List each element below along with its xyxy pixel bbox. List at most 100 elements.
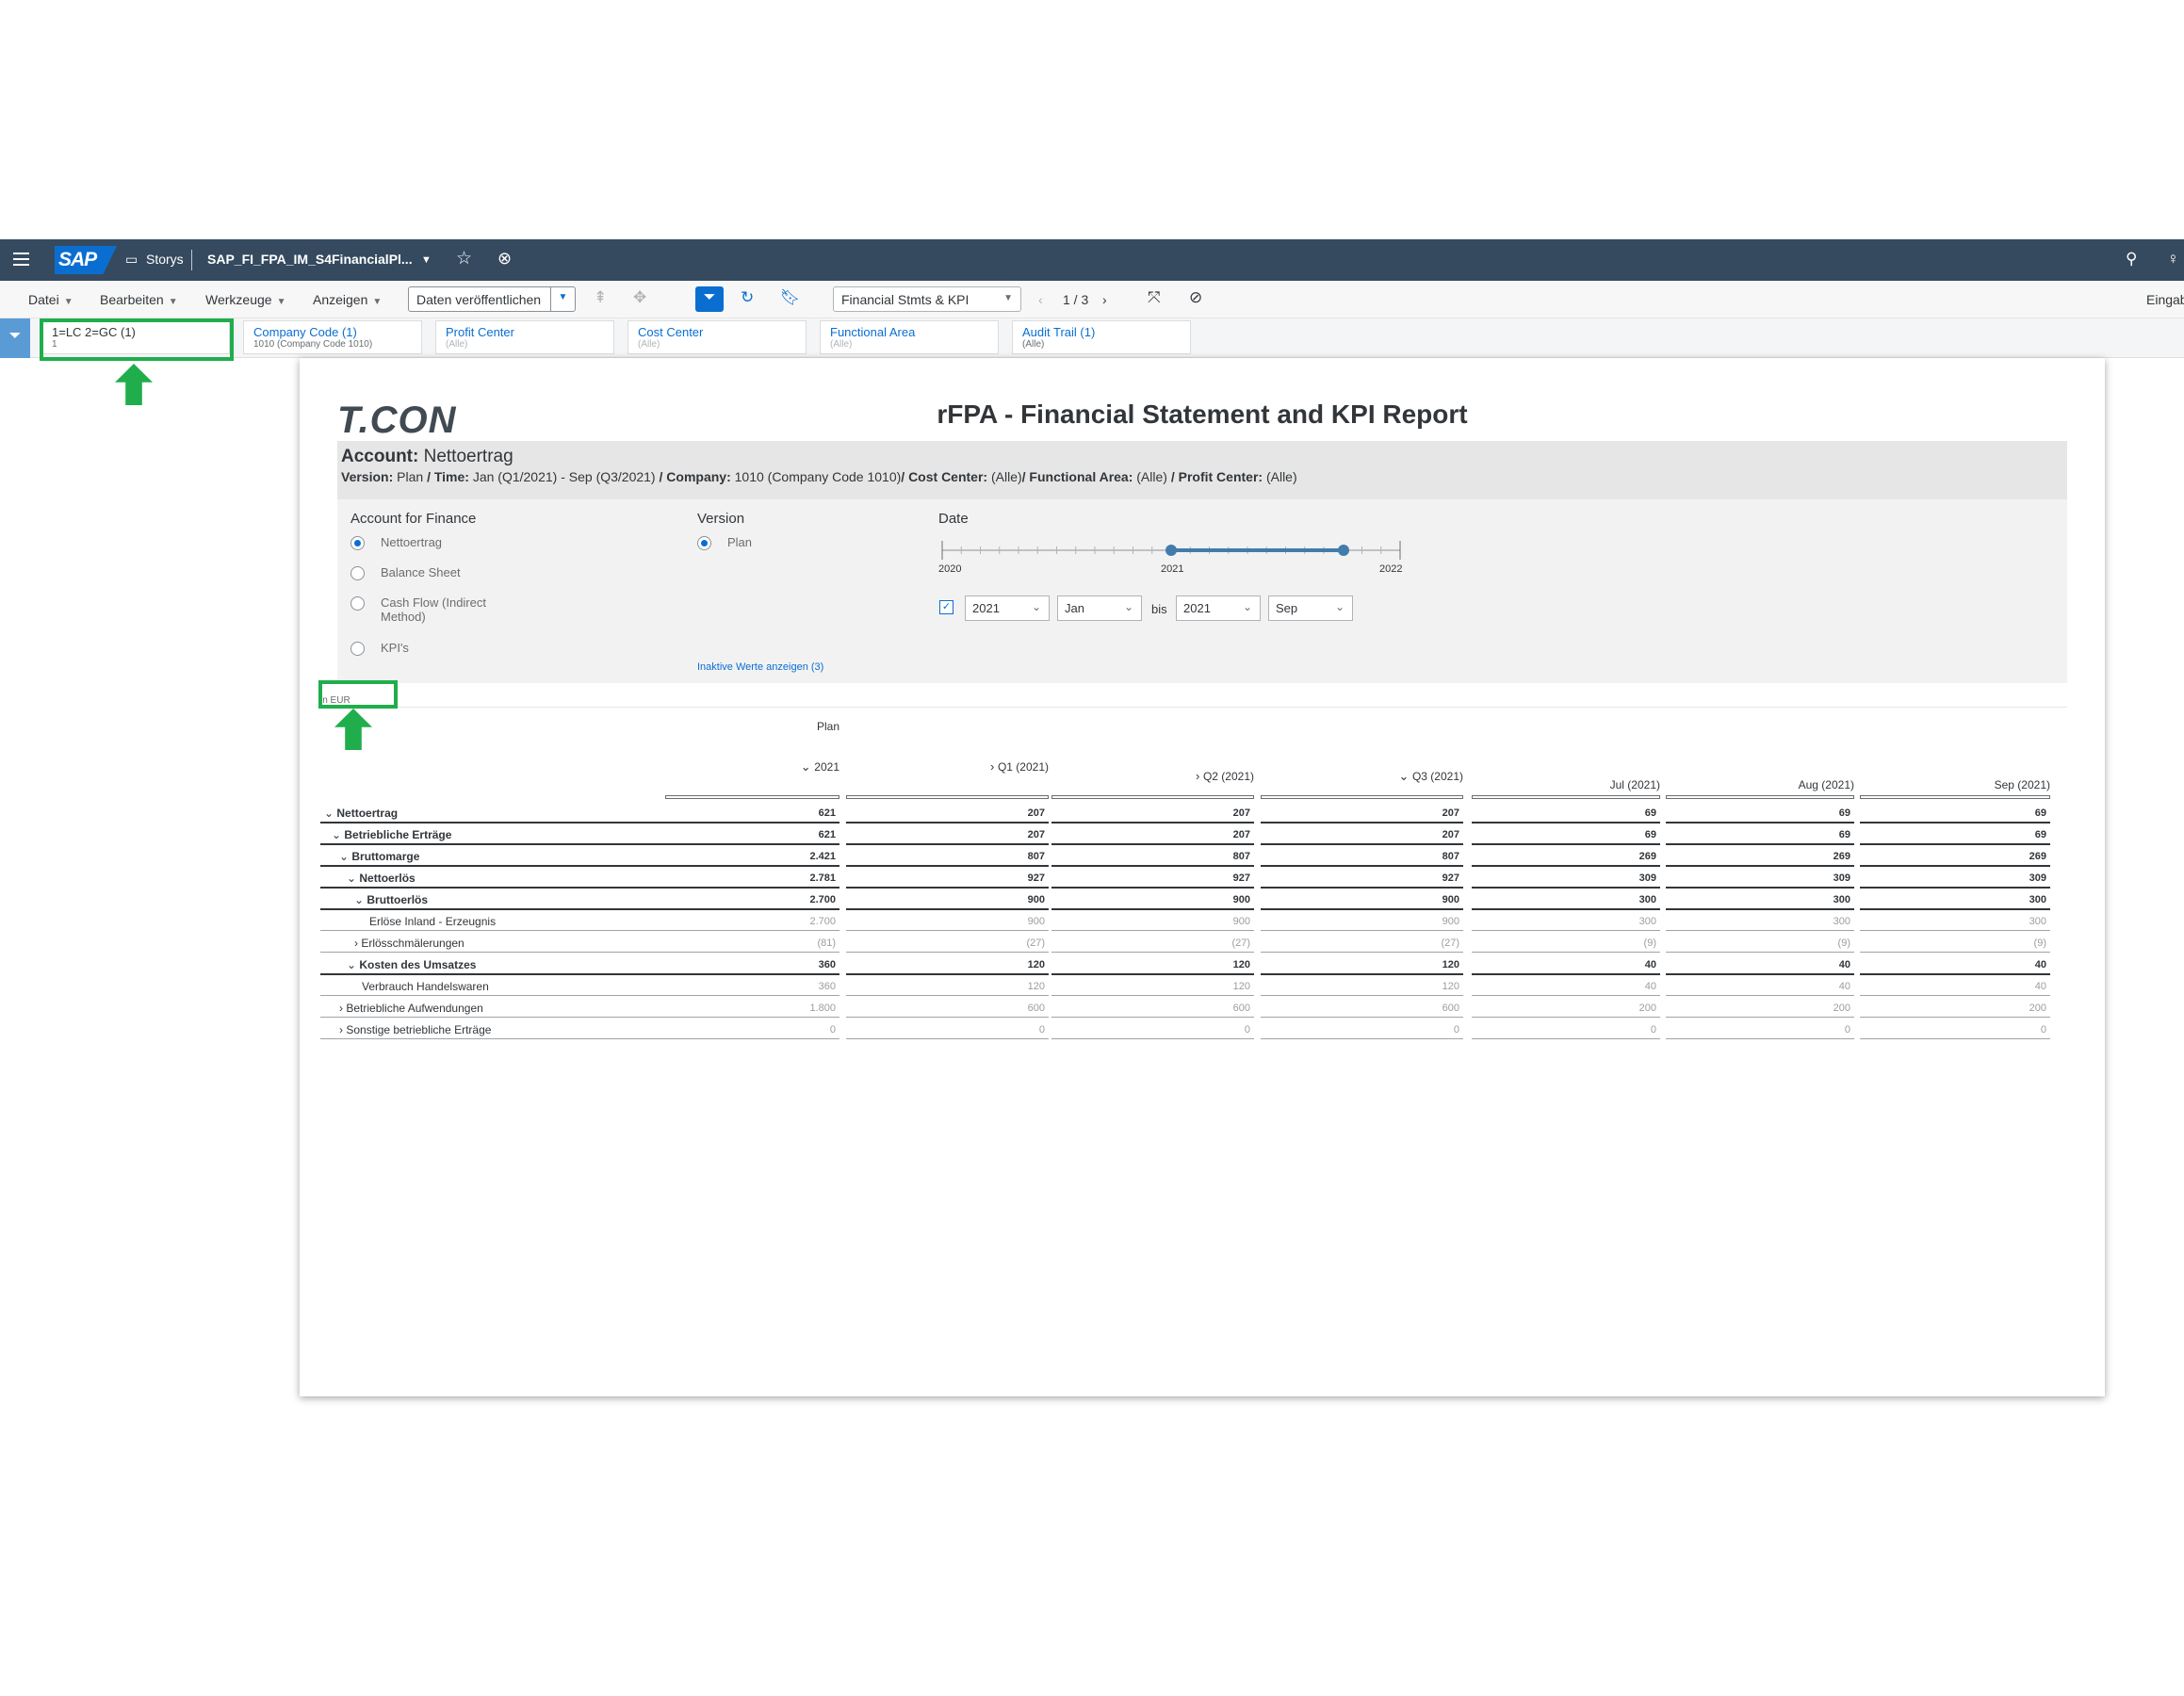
menu-anzeigen[interactable]: Anzeigen ▼ — [313, 292, 382, 307]
fullscreen-icon[interactable]: ⤧ — [1148, 288, 1161, 307]
date-control-header: Date — [938, 511, 969, 527]
undo-icon[interactable]: ⇞ — [594, 288, 607, 307]
cell-underline — [1472, 843, 1660, 845]
row-label[interactable]: › Erlösschmälerungen — [354, 937, 465, 950]
inactive-values-link[interactable]: Inaktive Werte anzeigen (3) — [697, 661, 823, 673]
row-label-text: Betriebliche Aufwendungen — [346, 1002, 483, 1015]
stories-link[interactable]: Storys — [146, 252, 184, 267]
prev-page-icon[interactable]: ‹ — [1038, 292, 1043, 307]
cell-underline — [1472, 995, 1660, 996]
refresh-icon[interactable]: ↻ — [741, 288, 754, 307]
story-title[interactable]: SAP_FI_FPA_IM_S4FinancialPl... — [207, 252, 413, 267]
row-label[interactable]: ⌄ Bruttomarge — [339, 850, 419, 863]
from-year-select[interactable]: 2021 ⌄ — [965, 595, 1050, 621]
highlight-box — [318, 680, 398, 709]
column-header-label: Q1 (2021) — [997, 760, 1049, 774]
next-page-icon[interactable]: › — [1102, 292, 1107, 307]
menu-bearbeiten[interactable]: Bearbeiten ▼ — [100, 292, 178, 307]
to-month-select[interactable]: Sep ⌄ — [1268, 595, 1353, 621]
star-icon[interactable]: ☆ — [456, 248, 472, 269]
from-month-select[interactable]: Jan ⌄ — [1057, 595, 1142, 621]
radio-button[interactable] — [350, 536, 365, 550]
chevron-down-icon[interactable]: ▼ — [421, 254, 432, 266]
radio-button[interactable] — [350, 566, 365, 580]
cell-underline — [1051, 995, 1254, 996]
menu-werkzeuge[interactable]: Werkzeuge ▼ — [205, 292, 285, 307]
row-label[interactable]: › Sonstige betriebliche Erträge — [339, 1023, 491, 1036]
row-label-text: Erlöse Inland - Erzeugnis — [369, 915, 497, 928]
account-value: Nettoertrag — [423, 447, 513, 466]
filter-add-icon[interactable]: ⏷ — [0, 318, 30, 358]
row-label[interactable]: ⌄ Nettoertrag — [324, 807, 398, 820]
row-label[interactable]: › Betriebliche Aufwendungen — [339, 1002, 483, 1015]
filter-chip-profit-center[interactable]: Profit Center (Alle) — [435, 320, 614, 354]
cell-underline — [665, 995, 839, 996]
lightbulb-icon[interactable]: ♀ — [2167, 250, 2179, 269]
chevron-right-icon[interactable]: › — [1196, 769, 1203, 783]
row-label[interactable]: ⌄ Kosten des Umsatzes — [347, 958, 476, 971]
cell-underline — [1051, 1017, 1254, 1018]
cell-underline — [1666, 865, 1854, 867]
filter-chip-audit-trail[interactable]: Audit Trail (1) (Alle) — [1012, 320, 1191, 354]
radio-button[interactable] — [350, 596, 365, 611]
row-label[interactable]: ⌄ Nettoerlös — [347, 872, 416, 885]
column-header[interactable]: › Q2 (2021) — [1051, 769, 1254, 783]
radio-button[interactable] — [697, 536, 711, 550]
table-cell: 300 — [1833, 894, 1850, 905]
explore-icon[interactable]: ⊘ — [1189, 288, 1202, 307]
chevron-down-icon[interactable]: ⌄ — [801, 759, 815, 774]
cell-underline — [846, 1038, 1049, 1039]
chevron-down-icon[interactable]: ▼ — [550, 287, 575, 311]
filter-value: (Alle) — [638, 339, 660, 350]
column-header[interactable]: ⌄ Q3 (2021) — [1261, 769, 1463, 784]
row-label[interactable]: ⌄ Betriebliche Erträge — [332, 828, 451, 841]
sap-logo[interactable]: SAP — [55, 246, 117, 274]
table-cell: 600 — [1232, 1003, 1250, 1014]
table-cell: 69 — [2034, 829, 2046, 840]
publish-data-button[interactable]: Daten veröffentlichen ▼ — [408, 286, 576, 312]
radio-label: Plan — [727, 535, 753, 549]
date-range-checkbox[interactable]: ✓ — [939, 600, 953, 614]
cell-underline — [1261, 1038, 1463, 1039]
cell-underline — [665, 887, 839, 889]
close-circle-icon[interactable]: ⊗ — [497, 249, 512, 269]
column-header[interactable]: ⌄ 2021 — [665, 759, 839, 775]
to-year-select[interactable]: 2021 ⌄ — [1176, 595, 1261, 621]
bookmark-icon[interactable]: 🔖︎ — [780, 288, 801, 307]
chevron-down-icon[interactable]: ⌄ — [324, 807, 336, 820]
search-icon[interactable]: ⚲ — [2126, 250, 2137, 269]
table-cell: 0 — [2040, 1024, 2046, 1036]
row-label[interactable]: ⌄ Bruttoerlös — [354, 893, 428, 906]
move-icon[interactable]: ✥ — [633, 288, 646, 307]
page-select[interactable]: Financial Stmts & KPI ▼ — [833, 286, 1021, 312]
chevron-down-icon[interactable]: ⌄ — [339, 850, 351, 863]
cell-underline — [1261, 952, 1463, 953]
input-mode-label[interactable]: Eingab — [2146, 292, 2184, 307]
cell-underline — [846, 822, 1049, 824]
cell-underline — [1472, 822, 1660, 824]
menu-icon[interactable] — [13, 253, 29, 266]
cell-underline — [1666, 1017, 1854, 1018]
chevron-down-icon[interactable]: ⌄ — [347, 958, 359, 971]
filter-icon[interactable]: ⏷ — [695, 286, 724, 312]
menu-datei[interactable]: Datei ▼ — [28, 292, 73, 307]
filter-chip-company-code[interactable]: Company Code (1) 1010 (Company Code 1010… — [243, 320, 422, 354]
chevron-down-icon[interactable]: ⌄ — [332, 828, 344, 841]
table-cell: 69 — [2034, 807, 2046, 819]
cell-underline — [1261, 995, 1463, 996]
account-header: Account: Nettoertrag Version: Plan / Tim… — [337, 441, 2067, 499]
filter-chip-cost-center[interactable]: Cost Center (Alle) — [627, 320, 807, 354]
cell-underline — [665, 1017, 839, 1018]
context-value: Jan (Q1/2021) - Sep (Q3/2021) — [468, 469, 660, 484]
chevron-down-icon[interactable]: ⌄ — [1398, 769, 1412, 783]
chevron-down-icon[interactable]: ⌄ — [347, 872, 359, 885]
table-cell: 207 — [1232, 829, 1250, 840]
column-header[interactable]: › Q1 (2021) — [846, 759, 1049, 774]
filter-chip-functional-area[interactable]: Functional Area (Alle) — [820, 320, 999, 354]
radio-button[interactable] — [350, 642, 365, 656]
filter-label: Cost Center — [638, 325, 704, 339]
cell-underline — [1860, 843, 2050, 845]
chevron-down-icon[interactable]: ⌄ — [354, 893, 367, 906]
chevron-right-icon[interactable]: › — [990, 759, 998, 774]
radio-label: KPI's — [381, 641, 409, 655]
